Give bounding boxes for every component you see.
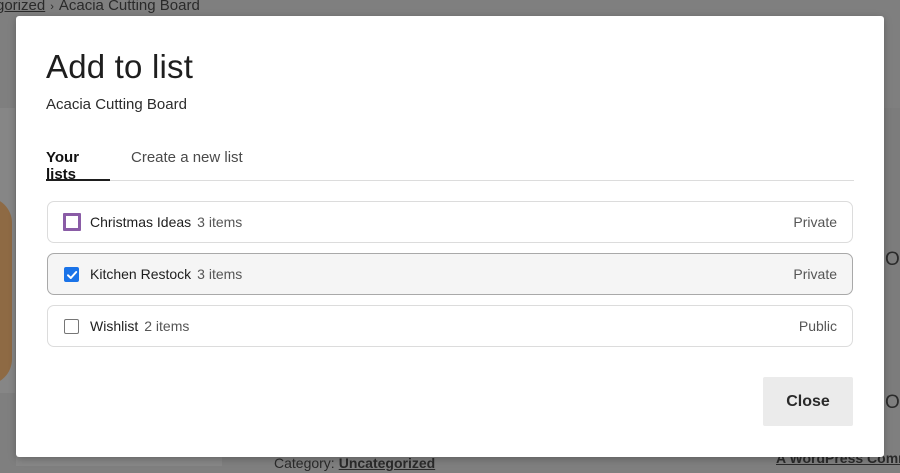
list-count: 3 items <box>197 266 243 282</box>
list-checkbox[interactable] <box>64 267 79 282</box>
list-checkbox[interactable] <box>63 213 81 231</box>
list-count: 2 items <box>144 318 190 334</box>
list-item-wishlist[interactable]: Wishlist 2 items Public <box>47 305 853 347</box>
list-count: 3 items <box>197 214 243 230</box>
category-link: Uncategorized <box>338 455 436 471</box>
background-thumbnail-strip <box>16 456 222 466</box>
list-checkbox[interactable] <box>64 319 79 334</box>
breadcrumb-category-link: gorized <box>0 0 46 14</box>
tab-your-lists[interactable]: Your lists <box>46 147 110 183</box>
list-name: Wishlist 2 items <box>90 318 190 334</box>
list-name: Christmas Ideas 3 items <box>90 214 243 230</box>
dialog-subtitle: Acacia Cutting Board <box>46 96 187 113</box>
background-letter: O <box>885 392 900 413</box>
checkmark-icon <box>67 271 78 279</box>
list-name: Kitchen Restock 3 items <box>90 266 243 282</box>
background-breadcrumb: gorized › Acacia Cutting Board <box>0 0 200 14</box>
list-item-kitchen-restock[interactable]: Kitchen Restock 3 items Private <box>47 253 853 295</box>
list-privacy: Private <box>793 266 837 282</box>
background-category: Category: Uncategorized <box>274 455 435 471</box>
background-cutting-board-image <box>0 197 12 385</box>
category-label: Category: <box>274 455 335 471</box>
list-privacy: Public <box>798 318 837 334</box>
list-item-christmas-ideas[interactable]: Christmas Ideas 3 items Private <box>47 201 853 243</box>
list-privacy: Private <box>793 214 837 230</box>
tab-create-new-list[interactable]: Create a new list <box>131 147 243 181</box>
background-letter: O <box>885 249 900 270</box>
dialog-title: Add to list <box>46 48 194 85</box>
breadcrumb-current: Acacia Cutting Board <box>58 0 200 14</box>
add-to-list-dialog: Add to list Acacia Cutting Board Your li… <box>16 16 884 457</box>
close-button[interactable]: Close <box>763 377 853 426</box>
tab-bar: Your lists Create a new list <box>46 147 854 183</box>
breadcrumb-separator: › <box>50 1 54 13</box>
